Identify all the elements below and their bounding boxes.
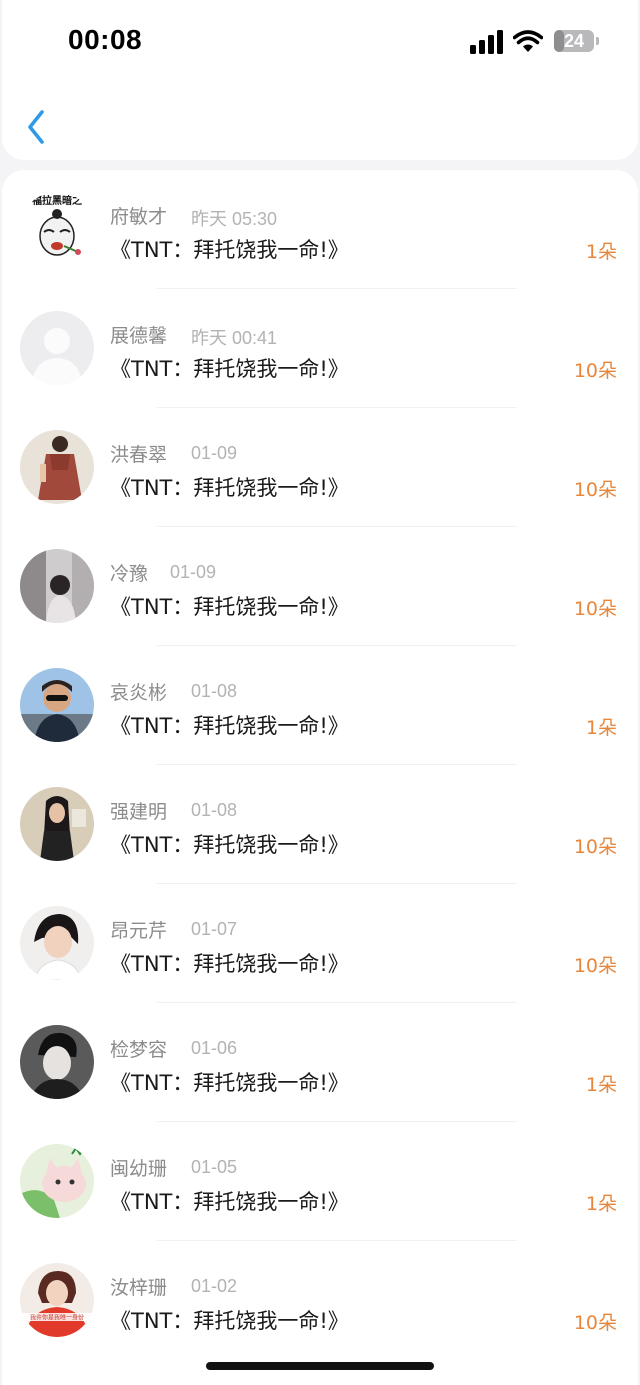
status-time: 00:08 — [68, 24, 143, 55]
user-avatar[interactable]: 我许你是我唯一身份 — [20, 1263, 94, 1337]
send-time: 01-07 — [191, 919, 238, 939]
user-avatar[interactable] — [20, 430, 94, 504]
list-item[interactable]: 哀炎彬 01-08 《TNT：拜托饶我一命!》 1朵 — [2, 646, 638, 765]
header: 00:08 24 — [2, 0, 638, 160]
home-indicator[interactable] — [206, 1362, 434, 1370]
gift-count: 10朵 — [573, 479, 617, 501]
chevron-left-icon — [28, 110, 44, 144]
send-time: 01-08 — [191, 681, 238, 701]
list-item[interactable]: 洪春翠 01-09 《TNT：拜托饶我一命!》 10朵 — [2, 408, 638, 527]
wifi-icon — [513, 30, 543, 52]
book-title: 《TNT：拜托饶我一命!》 — [110, 1071, 349, 1095]
book-title: 《TNT：拜托饶我一命!》 — [110, 357, 349, 381]
list-item[interactable]: 昂元芹 01-07 《TNT：拜托饶我一命!》 10朵 — [2, 884, 638, 1003]
user-avatar[interactable] — [20, 549, 94, 623]
back-button[interactable] — [20, 104, 60, 150]
list-item[interactable]: 强建明 01-08 《TNT：拜托饶我一命!》 10朵 — [2, 765, 638, 884]
sender-name: 强建明 — [110, 801, 168, 823]
user-avatar[interactable] — [20, 787, 94, 861]
user-avatar[interactable] — [20, 1144, 94, 1218]
book-title: 《TNT：拜托饶我一命!》 — [110, 238, 349, 262]
list-item[interactable]: 展德馨 昨天 00:41 《TNT：拜托饶我一命!》 10朵 — [2, 289, 638, 408]
battery-percent: 24 — [563, 31, 585, 51]
sender-name: 展德馨 — [110, 325, 168, 347]
send-time: 01-02 — [191, 1276, 238, 1296]
sender-name: 哀炎彬 — [110, 682, 168, 704]
send-time: 昨天 00:41 — [191, 328, 278, 348]
book-title: 《TNT：拜托饶我一命!》 — [110, 952, 349, 976]
send-time: 昨天 05:30 — [191, 209, 278, 229]
user-avatar[interactable]: 福拉黑暗之 — [20, 192, 94, 266]
battery-icon: 24 — [554, 30, 600, 54]
send-time: 01-09 — [191, 443, 238, 463]
book-title: 《TNT：拜托饶我一命!》 — [110, 476, 349, 500]
book-title: 《TNT：拜托饶我一命!》 — [110, 1190, 349, 1214]
sender-name: 昂元芹 — [110, 920, 168, 942]
sender-name: 洪春翠 — [110, 444, 168, 466]
list-item[interactable]: 检梦容 01-06 《TNT：拜托饶我一命!》 1朵 — [2, 1003, 638, 1122]
avatar-caption: 我许你是我唯一身份 — [30, 1314, 84, 1322]
user-avatar[interactable] — [20, 906, 94, 980]
list-item[interactable]: 闽幼珊 01-05 《TNT：拜托饶我一命!》 1朵 — [2, 1122, 638, 1241]
sender-name: 汝梓珊 — [110, 1277, 168, 1299]
book-title: 《TNT：拜托饶我一命!》 — [110, 833, 349, 857]
send-time: 01-08 — [191, 800, 238, 820]
gift-count: 1朵 — [585, 1074, 617, 1096]
book-title: 《TNT：拜托饶我一命!》 — [110, 1309, 349, 1333]
gift-count: 1朵 — [585, 717, 617, 739]
gift-count: 1朵 — [585, 1193, 617, 1215]
sender-name: 闽幼珊 — [110, 1158, 168, 1180]
user-avatar[interactable] — [20, 311, 94, 385]
gift-count: 10朵 — [573, 955, 617, 977]
list-item[interactable]: 我许你是我唯一身份 汝梓珊 01-02 《TNT：拜托饶我一命!》 10朵 — [2, 1241, 638, 1360]
gift-count: 1朵 — [585, 241, 617, 263]
list-item[interactable]: 冷豫 01-09 《TNT：拜托饶我一命!》 10朵 — [2, 527, 638, 646]
gift-count: 10朵 — [573, 1312, 617, 1334]
sender-name: 冷豫 — [110, 563, 149, 585]
gift-count: 10朵 — [573, 598, 617, 620]
book-title: 《TNT：拜托饶我一命!》 — [110, 595, 349, 619]
user-avatar[interactable] — [20, 1025, 94, 1099]
sender-name: 府敏才 — [110, 206, 168, 228]
gift-count: 10朵 — [573, 360, 617, 382]
gift-count: 10朵 — [573, 836, 617, 858]
list-item[interactable]: 福拉黑暗之 府敏才 昨天 05:30 《TNT：拜托饶我一命!》 1朵 — [2, 170, 638, 289]
user-avatar[interactable] — [20, 668, 94, 742]
send-time: 01-06 — [191, 1038, 238, 1058]
sender-name: 检梦容 — [110, 1039, 168, 1061]
cellular-signal-icon — [470, 30, 503, 54]
book-title: 《TNT：拜托饶我一命!》 — [110, 714, 349, 738]
send-time: 01-05 — [191, 1157, 238, 1177]
send-time: 01-09 — [170, 562, 217, 582]
avatar-caption: 福拉黑暗之 — [31, 194, 82, 207]
gift-list: 福拉黑暗之 府敏才 昨天 05:30 《TNT：拜托饶我一命!》 1朵 展德馨 — [2, 170, 638, 1385]
